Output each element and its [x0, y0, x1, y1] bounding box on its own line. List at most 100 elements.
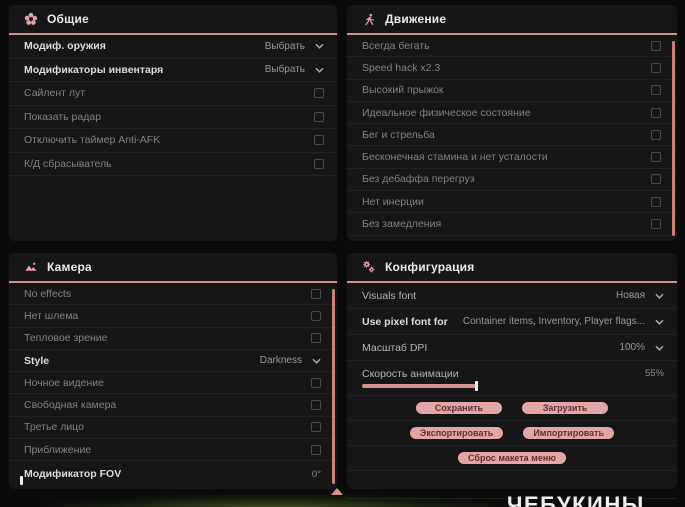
setting-row[interactable]: Бесконечная стамина и нет усталости [347, 146, 677, 169]
setting-row[interactable]: Visuals font Новая [347, 283, 677, 309]
flower-icon [24, 12, 38, 26]
checkbox[interactable] [311, 333, 321, 344]
dropdown-value: Выбрать [264, 64, 305, 76]
setting-label: Use pixel font for [362, 315, 448, 328]
scrollbar[interactable] [332, 289, 335, 484]
visuals-font-dropdown[interactable]: Новая [616, 290, 664, 301]
pixel-font-dropdown[interactable]: Container items, Inventory, Player flags… [463, 316, 664, 327]
checkbox[interactable] [314, 135, 324, 146]
fov-slider-row[interactable]: Модификатор FOV 0° [9, 461, 337, 487]
setting-label: Сайлент лут [24, 87, 86, 100]
animation-slider-thumb[interactable] [475, 381, 478, 391]
setting-label: Нет инерции [362, 195, 424, 208]
setting-label: Бесконечная стамина и нет усталости [362, 151, 548, 164]
setting-label: Нет шлема [24, 309, 79, 322]
scrollbar[interactable] [672, 41, 675, 236]
panel-camera-header[interactable]: Камера [9, 253, 337, 283]
checkbox[interactable] [314, 88, 324, 99]
checkbox[interactable] [651, 85, 661, 96]
setting-label: Speed hack x2.3 [362, 61, 441, 74]
checkbox[interactable] [311, 288, 321, 299]
button-row: Сброс макета меню [347, 446, 677, 471]
setting-label: Идеальное физическое состояние [362, 106, 531, 119]
setting-row[interactable]: Масштаб DPI 100% [347, 335, 677, 361]
setting-label: Всегда бегать [362, 39, 430, 52]
panel-general: Общие Модиф. оружия Выбрать Модификаторы… [8, 4, 338, 242]
panel-title: Конфигурация [385, 260, 475, 274]
animation-speed-slider-row[interactable]: Скорость анимации 55% [347, 361, 677, 396]
checkbox[interactable] [651, 219, 661, 230]
checkbox[interactable] [651, 196, 661, 207]
setting-row[interactable]: Приближение [9, 439, 337, 462]
reset-menu-layout-button[interactable]: Сброс макета меню [457, 451, 567, 465]
checkbox[interactable] [651, 40, 661, 51]
setting-row[interactable]: Ночное видение [9, 372, 337, 395]
setting-label: Модификаторы инвентаря [24, 63, 164, 76]
save-button[interactable]: Сохранить [415, 401, 503, 415]
import-button[interactable]: Импортировать [522, 426, 616, 440]
panel-general-header[interactable]: Общие [9, 5, 337, 35]
setting-label: Visuals font [362, 289, 417, 302]
animation-slider-track[interactable] [362, 381, 662, 391]
setting-row[interactable]: Идеальное физическое состояние [347, 102, 677, 125]
weapon-mod-dropdown[interactable]: Выбрать [265, 41, 324, 52]
checkbox[interactable] [651, 152, 661, 163]
setting-row[interactable]: No effects [9, 283, 337, 306]
checkbox[interactable] [651, 107, 661, 118]
checkbox[interactable] [314, 111, 324, 122]
checkbox[interactable] [651, 174, 661, 185]
setting-row[interactable]: Всегда бегать [347, 35, 677, 58]
panel-general-rows: Модиф. оружия Выбрать Модификаторы инвен… [9, 35, 337, 176]
animation-speed-value: 55% [644, 368, 664, 379]
setting-row[interactable]: Сайлент лут [9, 82, 337, 106]
setting-row[interactable]: Бег и стрельба [347, 124, 677, 147]
setting-row[interactable]: Use pixel font for Container items, Inve… [347, 309, 677, 335]
setting-row[interactable]: Отключить таймер Anti-AFK [9, 129, 337, 153]
setting-row[interactable]: Свободная камера [9, 394, 337, 417]
setting-row[interactable]: Без замедления [347, 213, 677, 236]
checkbox[interactable] [311, 310, 321, 321]
setting-row[interactable]: Speed hack x2.3 [347, 57, 677, 80]
setting-row[interactable]: Третье лицо [9, 417, 337, 440]
setting-row[interactable]: Нет шлема [9, 305, 337, 328]
setting-label: Без замедления [362, 218, 442, 231]
checkbox[interactable] [311, 377, 321, 388]
panel-config-rows: Visuals font Новая Use pixel font for Co… [347, 283, 677, 499]
panel-camera-rows: No effects Нет шлема Тепловое зрение Sty… [9, 283, 337, 487]
load-button[interactable]: Загрузить [521, 401, 609, 415]
checkbox[interactable] [311, 444, 321, 455]
checkbox[interactable] [651, 129, 661, 140]
setting-row[interactable]: Style Darkness [9, 350, 337, 373]
fov-slider-thumb[interactable] [20, 476, 23, 486]
setting-label: Приближение [24, 443, 92, 456]
fov-slider-label: Модификатор FOV [24, 468, 122, 481]
setting-label: Высокий прыжок [362, 84, 444, 97]
dropdown-value: Новая [616, 290, 645, 301]
setting-row[interactable]: Модиф. оружия Выбрать [9, 35, 337, 59]
checkbox[interactable] [311, 422, 321, 433]
style-dropdown[interactable]: Darkness [260, 355, 321, 366]
setting-label: Свободная камера [24, 399, 117, 412]
setting-row[interactable]: Высокий прыжок [347, 80, 677, 102]
setting-label: Style [24, 354, 50, 367]
gears-icon [362, 260, 376, 274]
chevron-down-icon [655, 345, 664, 351]
checkbox[interactable] [311, 400, 321, 411]
setting-row[interactable]: Нет инерции [347, 191, 677, 214]
setting-row[interactable]: Модификаторы инвентаря Выбрать [9, 59, 337, 82]
setting-row[interactable]: Тепловое зрение [9, 328, 337, 350]
export-button[interactable]: Экспортировать [408, 426, 505, 440]
dpi-scale-dropdown[interactable]: 100% [619, 342, 664, 353]
inventory-mod-dropdown[interactable]: Выбрать [265, 64, 324, 75]
dropdown-value: Выбрать [264, 40, 305, 52]
checkbox[interactable] [651, 62, 661, 73]
setting-row[interactable]: Без дебаффа перегруз [347, 169, 677, 192]
setting-row[interactable]: Показать радар [9, 106, 337, 129]
checkbox[interactable] [314, 158, 324, 169]
panel-config-header[interactable]: Конфигурация [347, 253, 677, 283]
panel-movement-rows: Всегда бегать Speed hack x2.3 Высокий пр… [347, 35, 677, 236]
panel-config: Конфигурация Visuals font Новая Use pixe… [346, 252, 678, 499]
setting-row[interactable]: К/Д сбрасыватель [9, 153, 337, 176]
setting-label: Третье лицо [24, 421, 84, 434]
panel-movement-header[interactable]: Движение [347, 5, 677, 35]
